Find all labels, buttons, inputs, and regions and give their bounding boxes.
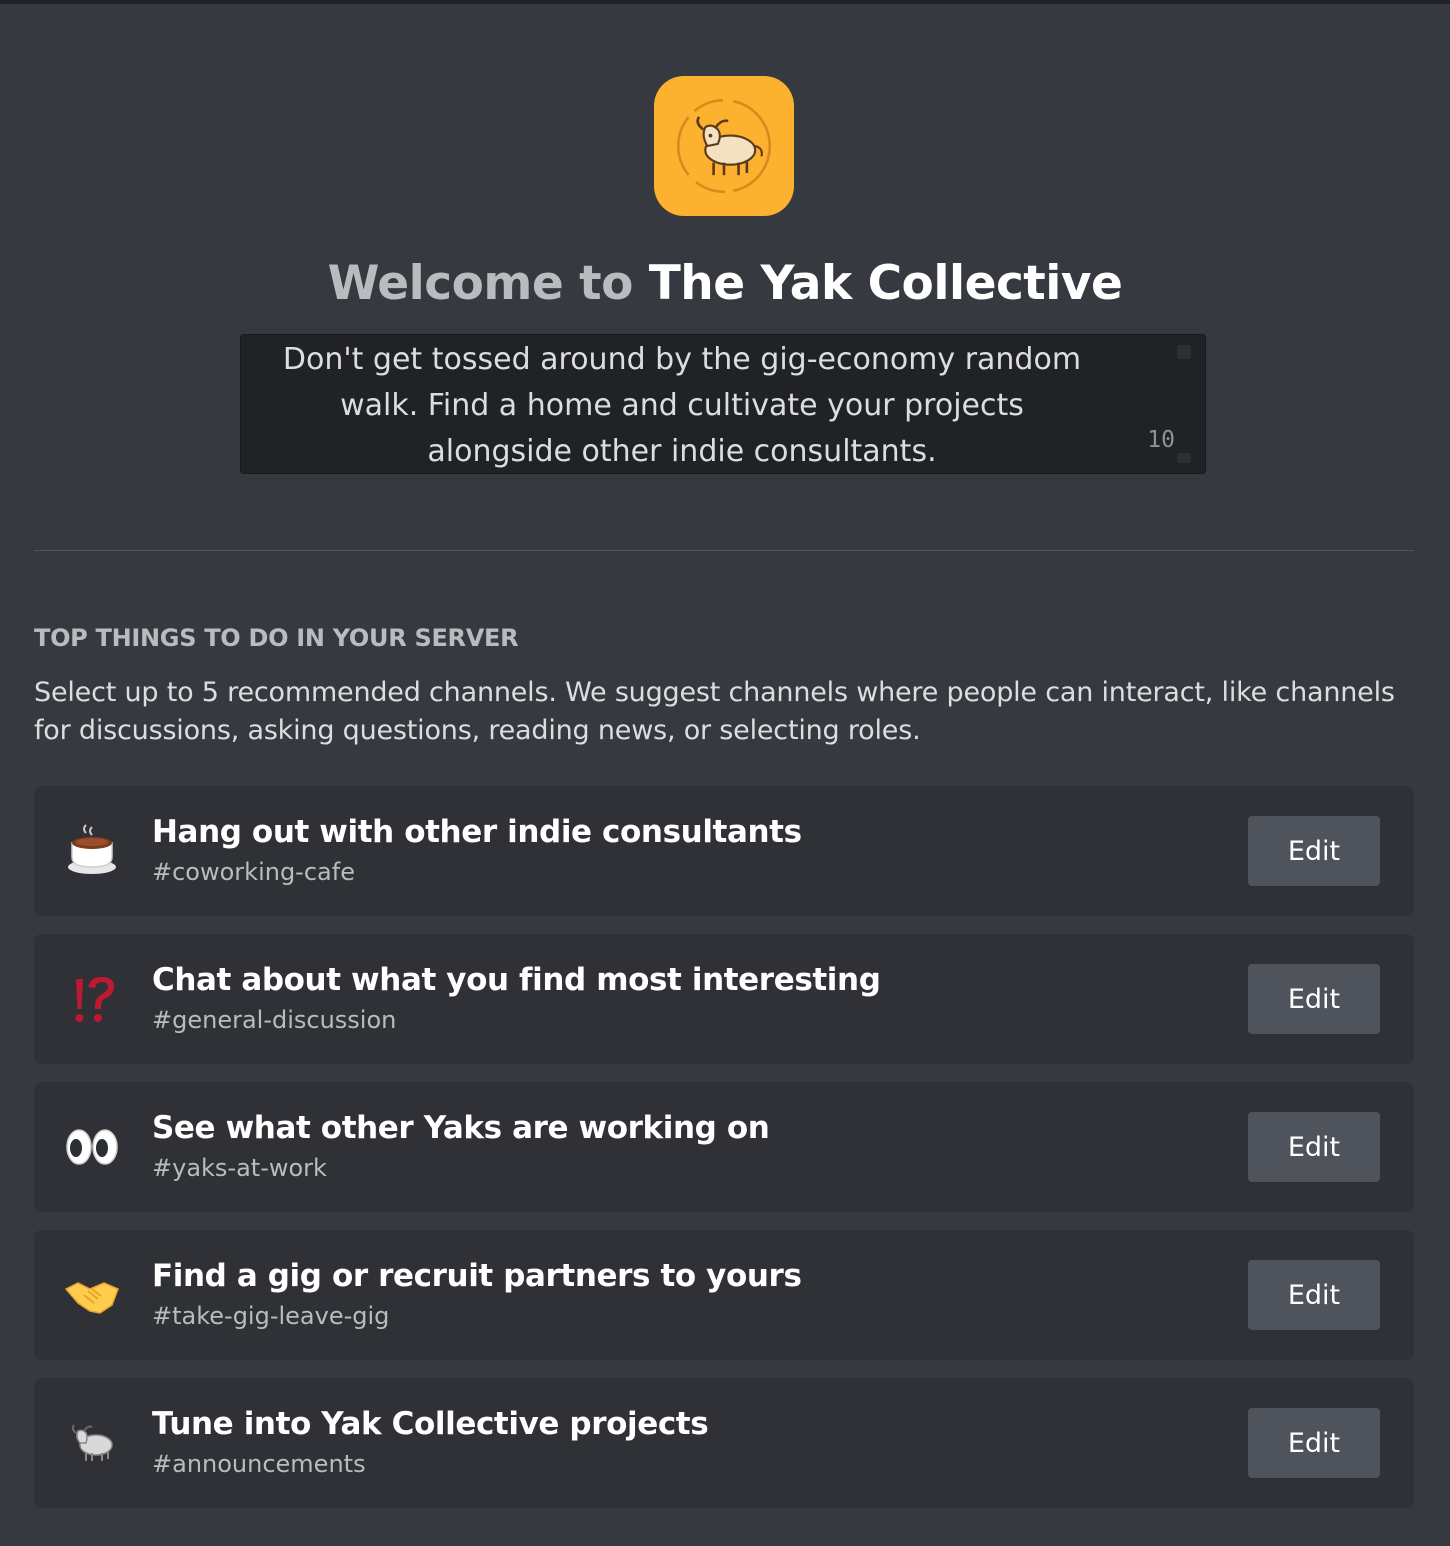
channel-title: Tune into Yak Collective projects — [152, 1406, 709, 1442]
list-item[interactable]: Hang out with other indie consultants #c… — [34, 786, 1414, 916]
channel-name: #coworking-cafe — [152, 858, 355, 886]
channel-title: Hang out with other indie consultants — [152, 814, 802, 850]
interrobang-icon — [64, 971, 120, 1027]
server-name: The Yak Collective — [648, 256, 1123, 311]
edit-button[interactable]: Edit — [1248, 964, 1380, 1034]
edit-button[interactable]: Edit — [1248, 1260, 1380, 1330]
edit-button[interactable]: Edit — [1248, 1408, 1380, 1478]
channel-name: #announcements — [152, 1450, 366, 1478]
edit-button[interactable]: Edit — [1248, 1112, 1380, 1182]
coffee-icon — [64, 823, 120, 879]
yak-icon — [676, 98, 772, 194]
yak-icon — [64, 1415, 120, 1471]
welcome-screen-settings: Welcome to The Yak Collective Don't get … — [0, 0, 1450, 1546]
character-count: 10 — [1147, 427, 1175, 453]
server-description-text[interactable]: Don't get tossed around by the gig-econo… — [269, 337, 1095, 475]
welcome-heading: Welcome to The Yak Collective — [0, 256, 1450, 311]
channel-title: See what other Yaks are working on — [152, 1110, 770, 1146]
list-item[interactable]: Chat about what you find most interestin… — [34, 934, 1414, 1064]
list-item[interactable]: Tune into Yak Collective projects #annou… — [34, 1378, 1414, 1508]
welcome-prefix: Welcome to — [327, 256, 634, 311]
channel-name: #general-discussion — [152, 1006, 397, 1034]
top-border — [0, 0, 1450, 4]
channel-name: #yaks-at-work — [152, 1154, 327, 1182]
handshake-icon — [64, 1267, 120, 1323]
eyes-icon — [64, 1119, 120, 1175]
scrollbar-up[interactable] — [1177, 345, 1191, 359]
divider — [34, 550, 1414, 551]
channel-title: Chat about what you find most interestin… — [152, 962, 881, 998]
channel-title: Find a gig or recruit partners to yours — [152, 1258, 802, 1294]
section-title: TOP THINGS TO DO IN YOUR SERVER — [34, 624, 519, 652]
edit-button[interactable]: Edit — [1248, 816, 1380, 886]
server-icon[interactable] — [654, 76, 794, 216]
list-item[interactable]: Find a gig or recruit partners to yours … — [34, 1230, 1414, 1360]
server-description-input[interactable]: Don't get tossed around by the gig-econo… — [240, 334, 1206, 474]
section-description: Select up to 5 recommended channels. We … — [34, 677, 1395, 746]
scrollbar-down[interactable] — [1177, 453, 1191, 463]
channel-name: #take-gig-leave-gig — [152, 1302, 390, 1330]
list-item[interactable]: See what other Yaks are working on #yaks… — [34, 1082, 1414, 1212]
recommended-channel-list: Hang out with other indie consultants #c… — [34, 786, 1414, 1526]
